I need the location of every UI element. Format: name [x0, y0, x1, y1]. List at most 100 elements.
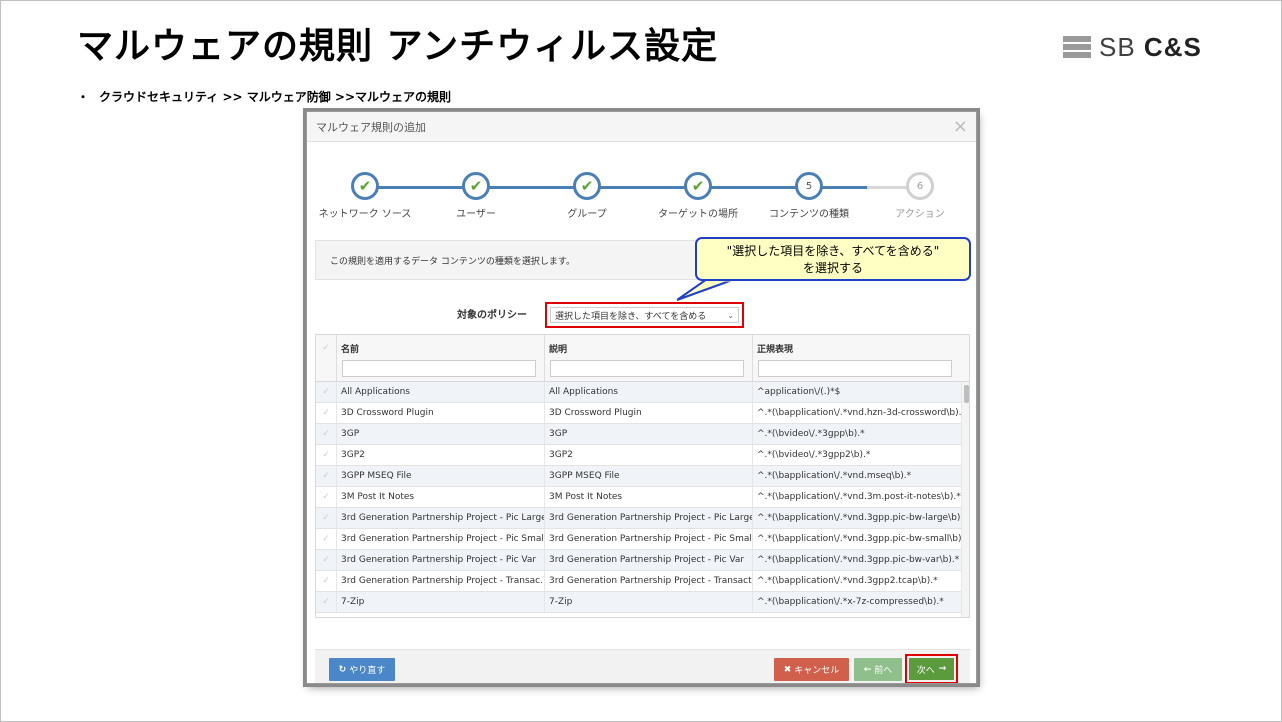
step-target-location[interactable]: ✔ ターゲットの場所 — [638, 172, 758, 220]
step-label: グループ — [567, 209, 607, 220]
row-checkbox[interactable]: ✓ — [316, 508, 336, 529]
cell-regex: ^.*(\bapplication\/.*x-7z-compressed\b).… — [752, 592, 961, 613]
cell-regex: ^.*(\bapplication\/.*vnd.mseq\b).* — [752, 466, 961, 487]
table-row[interactable]: ✓ 3M Post It Notes 3M Post It Notes ^.*(\ba… — [316, 487, 961, 508]
arrow-right-icon: → — [938, 664, 947, 674]
column-regex: 正規表現 — [752, 335, 961, 382]
check-icon: ✔ — [469, 176, 483, 195]
column-name-title: 名前 — [341, 345, 360, 355]
row-checkbox[interactable]: ✓ — [316, 424, 336, 445]
grid-scrollbar[interactable] — [961, 382, 969, 617]
breadcrumb-text: クラウドセキュリティ >> マルウェア防御 >>マルウェアの規則 — [99, 90, 452, 104]
row-checkbox[interactable]: ✓ — [316, 571, 336, 592]
select-all-checkbox[interactable]: ✓ — [316, 335, 336, 382]
regex-filter-input[interactable] — [758, 360, 952, 377]
policy-select[interactable]: 選択した項目を除き、すべてを含める ⌄ — [550, 307, 739, 323]
step-label: ネットワーク ソース — [318, 209, 412, 220]
bullet: ・ — [77, 90, 90, 104]
arrow-left-icon: ← — [863, 664, 872, 675]
step-done-circle: ✔ — [462, 172, 490, 200]
breadcrumb: ・クラウドセキュリティ >> マルウェア防御 >>マルウェアの規則 — [77, 88, 451, 105]
cell-description: 3rd Generation Partnership Project - Pic… — [544, 529, 752, 550]
wizard-stepper: ✔ ネットワーク ソース ✔ ユーザー ✔ グループ ✔ ターゲットの場所 5 … — [307, 172, 976, 222]
cell-name: 3D Crossword Plugin — [336, 403, 544, 424]
callout-line-2: を選択する — [802, 261, 863, 275]
close-icon: ✖ — [783, 664, 792, 675]
cell-regex: ^.*(\bapplication\/.*vnd.3m.post-it-note… — [752, 487, 961, 508]
cell-regex: ^.*(\bapplication\/.*vnd.3gpp.pic-bw-sma… — [752, 529, 961, 550]
table-row[interactable]: ✓ 7-Zip 7-Zip ^.*(\bapplication\/.*x-7z-com… — [316, 592, 961, 613]
table-row[interactable]: ✓ 3D Crossword Plugin 3D Crossword Plugin ^… — [316, 403, 961, 424]
redo-label: やり直す — [349, 666, 386, 676]
logo-bars-icon — [1063, 36, 1091, 58]
cell-description: 3GP2 — [544, 445, 752, 466]
cell-description: All Applications — [544, 382, 752, 403]
row-checkbox[interactable]: ✓ — [316, 466, 336, 487]
cell-name: 3GP2 — [336, 445, 544, 466]
redo-button[interactable]: ↻ やり直す — [329, 658, 395, 681]
callout-pointer-icon — [677, 278, 736, 301]
cell-regex: ^application\/(.)*$ — [752, 382, 961, 403]
cell-name: 3M Post It Notes — [336, 487, 544, 508]
table-row[interactable]: ✓ 3GP2 3GP2 ^.*(\bvideo\/.*3gpp2\b).* — [316, 445, 961, 466]
table-row[interactable]: ✓ 3rd Generation Partnership Project - Tr… — [316, 571, 961, 592]
step-done-circle: ✔ — [684, 172, 712, 200]
row-checkbox[interactable]: ✓ — [316, 445, 336, 466]
step-network-source[interactable]: ✔ ネットワーク ソース — [307, 172, 425, 220]
cell-name: 3GPP MSEQ File — [336, 466, 544, 487]
column-description: 説明 — [544, 335, 752, 382]
step-action[interactable]: 6 アクション — [860, 172, 976, 220]
check-icon: ✔ — [580, 176, 594, 195]
row-checkbox[interactable]: ✓ — [316, 529, 336, 550]
step-users[interactable]: ✔ ユーザー — [416, 172, 536, 220]
cell-regex: ^.*(\bvideo\/.*3gpp2\b).* — [752, 445, 961, 466]
cancel-button[interactable]: ✖ キャンセル — [774, 658, 849, 681]
name-filter-input[interactable] — [342, 360, 536, 377]
next-button[interactable]: 次へ → — [909, 658, 954, 680]
slide: マルウェアの規則 アンチウィルス設定 SB C&S ・クラウドセキュリティ >>… — [0, 0, 1282, 722]
logo-text: SB C&S — [1099, 31, 1202, 62]
prev-label: 前へ — [874, 666, 893, 676]
cell-regex: ^.*(\bapplication\/.*vnd.3gpp.pic-bw-lar… — [752, 508, 961, 529]
dialog-title: マルウェア規則の追加 — [316, 120, 426, 134]
step-content-types[interactable]: 5 コンテンツの種類 — [749, 172, 869, 220]
row-checkbox[interactable]: ✓ — [316, 403, 336, 424]
callout-annotation: "選択した項目を除き、すべてを含める" を選択する — [695, 237, 971, 281]
grid-header: ✓ 名前 説明 正規表現 — [316, 335, 969, 382]
table-row[interactable]: ✓ 3rd Generation Partnership Project - Pi… — [316, 508, 961, 529]
row-checkbox[interactable]: ✓ — [316, 550, 336, 571]
redo-icon: ↻ — [338, 664, 347, 675]
scroll-thumb[interactable] — [964, 385, 969, 403]
close-icon[interactable]: × — [953, 117, 968, 136]
cell-description: 3GPP MSEQ File — [544, 466, 752, 487]
cell-name: 3rd Generation Partnership Project - Tra… — [336, 571, 544, 592]
cell-description: 3D Crossword Plugin — [544, 403, 752, 424]
table-row[interactable]: ✓ All Applications All Applications ^applic… — [316, 382, 961, 403]
table-row[interactable]: ✓ 3GPP MSEQ File 3GPP MSEQ File ^.*(\bappli… — [316, 466, 961, 487]
row-checkbox[interactable]: ✓ — [316, 487, 336, 508]
policy-label: 対象のポリシー — [457, 310, 527, 321]
cell-name: 3GP — [336, 424, 544, 445]
cell-description: 3rd Generation Partnership Project - Pic… — [544, 508, 752, 529]
row-checkbox[interactable]: ✓ — [316, 592, 336, 613]
prev-button[interactable]: ← 前へ — [854, 658, 902, 681]
description-filter-input[interactable] — [550, 360, 744, 377]
next-label: 次へ — [916, 665, 935, 676]
step-future-circle: 6 — [906, 172, 934, 200]
row-checkbox[interactable]: ✓ — [316, 382, 336, 403]
cell-regex: ^.*(\bapplication\/.*vnd.hzn-3d-crosswor… — [752, 403, 961, 424]
slide-title: マルウェアの規則 アンチウィルス設定 — [77, 26, 719, 67]
cell-name: 3rd Generation Partnership Project - Pic… — [336, 508, 544, 529]
step-groups[interactable]: ✔ グループ — [527, 172, 647, 220]
policy-select-highlight: 選択した項目を除き、すべてを含める ⌄ — [545, 302, 744, 328]
table-row[interactable]: ✓ 3rd Generation Partnership Project - Pi… — [316, 529, 961, 550]
check-icon: ✔ — [691, 176, 705, 195]
step-current-circle: 5 — [795, 172, 823, 200]
table-row[interactable]: ✓ 3GP 3GP ^.*(\bvideo\/.*3gpp\b).* — [316, 424, 961, 445]
column-name: 名前 — [336, 335, 544, 382]
table-row[interactable]: ✓ 3rd Generation Partnership Project - Pi… — [316, 550, 961, 571]
check-icon: ✔ — [358, 176, 372, 195]
cell-regex: ^.*(\bapplication\/.*vnd.3gpp.pic-bw-var… — [752, 550, 961, 571]
cell-description: 3GP — [544, 424, 752, 445]
cell-name: All Applications — [336, 382, 544, 403]
